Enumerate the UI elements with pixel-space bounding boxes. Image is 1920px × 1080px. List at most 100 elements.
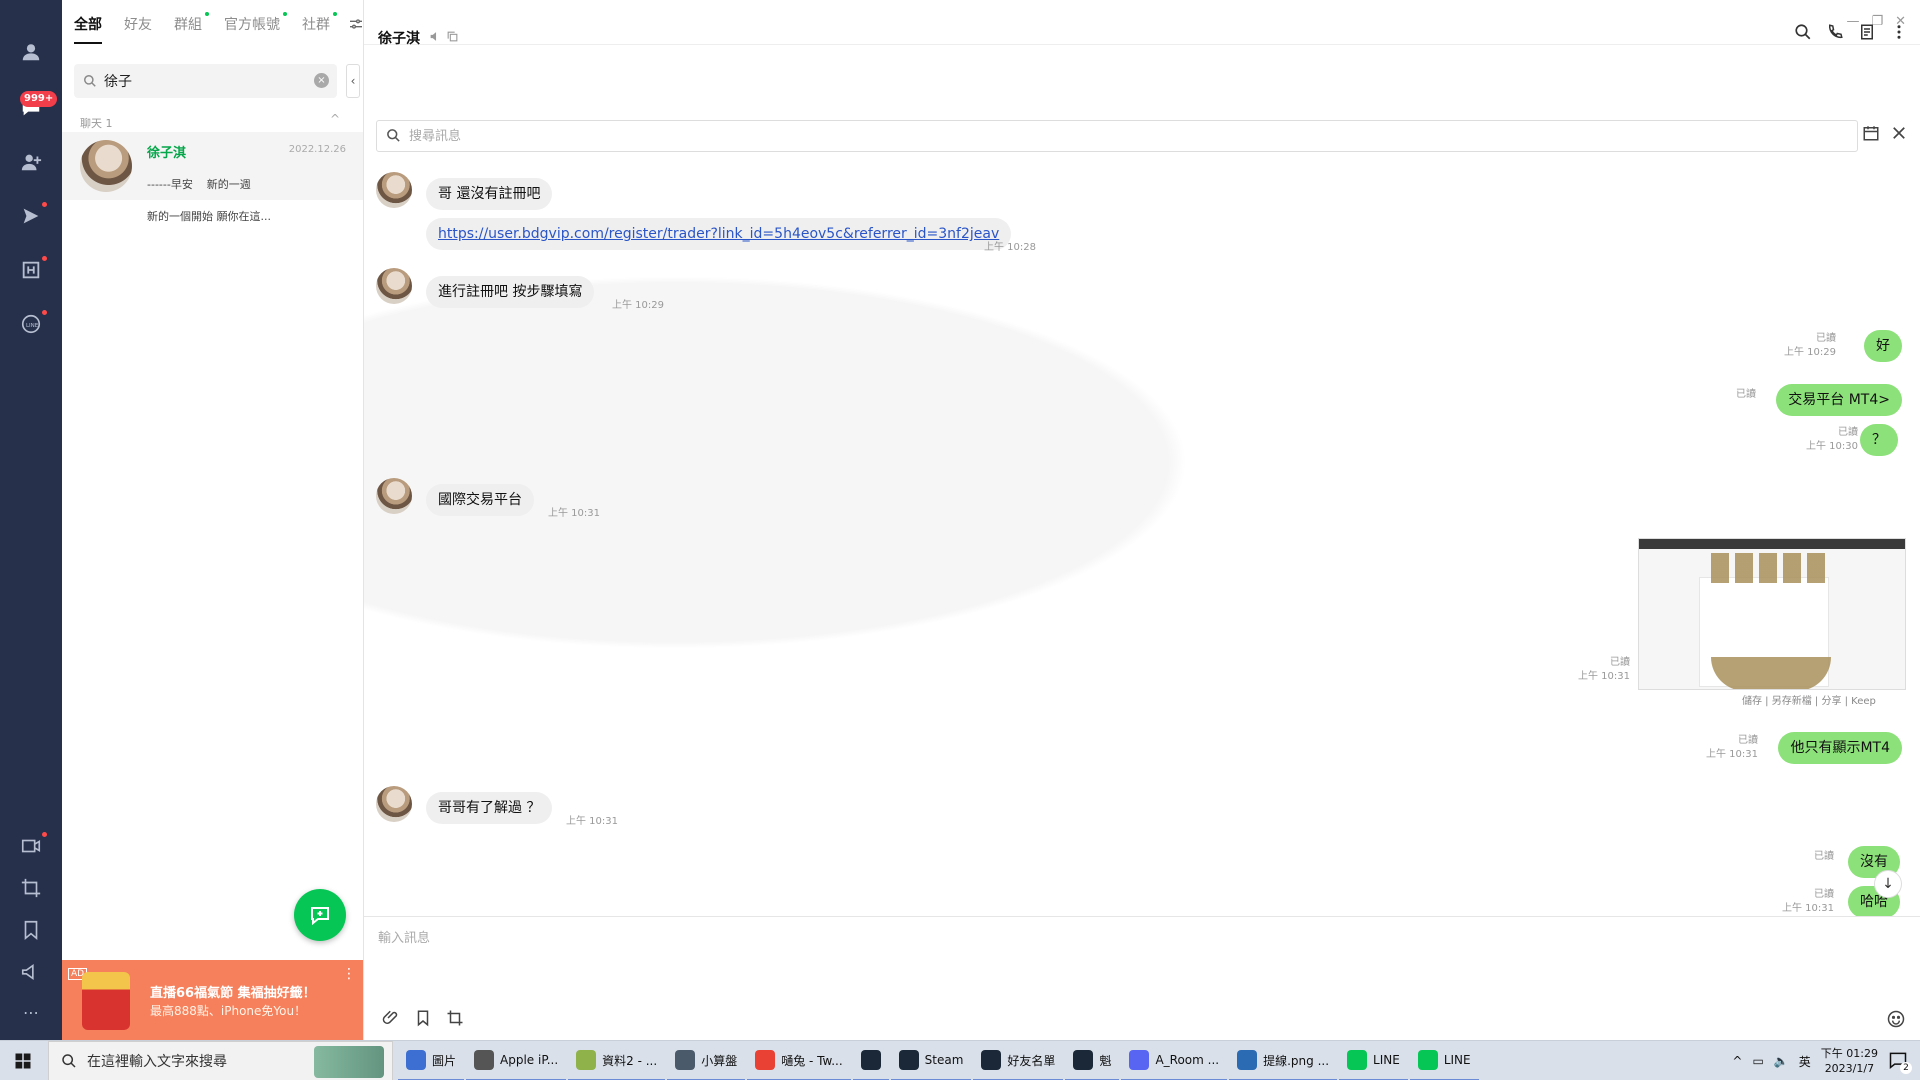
volume-icon[interactable]: 🔈 (1774, 1054, 1789, 1068)
screenshot-icon[interactable] (19, 876, 43, 900)
network-icon[interactable]: ▭ (1752, 1054, 1763, 1068)
search-icon[interactable] (1794, 23, 1812, 45)
message-meta: 已讀 上午 10:31 (1578, 656, 1630, 684)
image-message[interactable] (1638, 538, 1906, 690)
notes-icon[interactable] (1858, 23, 1876, 45)
taskbar-app[interactable]: LINE (1339, 1041, 1408, 1080)
app-icon (406, 1050, 426, 1070)
voom-dot (42, 202, 47, 207)
notification-center-icon[interactable]: 2 (1888, 1050, 1912, 1074)
keep-bookmark-icon[interactable] (414, 1009, 432, 1031)
watermark-top (1711, 553, 1831, 583)
chat-search-box: × (74, 64, 337, 98)
screenshot-tool-icon[interactable] (446, 1009, 464, 1031)
message-bubble-own[interactable]: 交易平台 MT4> (1776, 384, 1902, 416)
clock-time: 下午 01:29 (1820, 1047, 1878, 1060)
scroll-to-bottom-button[interactable]: ↓ (1874, 870, 1902, 898)
message-bubble[interactable]: 哥 還沒有註冊吧 (426, 178, 553, 210)
chevron-up-icon[interactable]: ^ (1732, 1054, 1742, 1068)
image-actions[interactable]: 儲存 | 另存新檔 | 分享 | Keep (1742, 692, 1876, 707)
app-icon (898, 1050, 919, 1070)
windows-start-icon[interactable] (14, 1052, 32, 1074)
attach-file-icon[interactable] (382, 1009, 400, 1031)
taskbar-app[interactable]: 提線.png ... (1229, 1041, 1338, 1080)
keep-icon[interactable] (19, 918, 43, 942)
app-icon (1417, 1050, 1438, 1070)
avatar[interactable] (376, 478, 412, 514)
taskbar-app[interactable]: 小算盤 (667, 1041, 746, 1080)
taskbar-app[interactable] (852, 1041, 889, 1080)
taskbar-app[interactable]: A_Room ... (1121, 1041, 1228, 1080)
video-dot (42, 832, 47, 837)
message-link[interactable]: https://user.bdgvip.com/register/trader?… (438, 226, 999, 242)
filter-settings-icon[interactable] (348, 16, 363, 36)
profile-icon[interactable] (19, 40, 43, 64)
more-icon[interactable]: ⋯ (19, 1000, 43, 1024)
message-search-input[interactable] (409, 126, 1009, 146)
community-dot (333, 12, 337, 16)
taskbar-app[interactable]: Steam (890, 1041, 972, 1080)
video-call-icon[interactable] (19, 834, 43, 858)
taskbar-app[interactable]: 圖片 (398, 1041, 465, 1080)
tab-all[interactable]: 全部 (74, 14, 102, 44)
announcement-icon[interactable] (19, 960, 43, 984)
app-label: 資料2 - ... (602, 1053, 658, 1068)
taskbar-app[interactable]: 好友名單 (973, 1041, 1064, 1080)
message-bubble-own[interactable]: 好 (1864, 330, 1902, 362)
message-bubble[interactable]: 哥哥有了解過 ？ (426, 792, 553, 824)
new-chat-button[interactable] (294, 889, 346, 941)
emoji-icon[interactable] (1886, 1009, 1906, 1033)
taskbar-app[interactable]: 魁 (1065, 1041, 1120, 1080)
message-input[interactable] (378, 927, 1878, 977)
message-time: 上午 10:31 (566, 816, 618, 827)
taskbar-search-input[interactable] (87, 1052, 337, 1072)
copy-icon[interactable] (446, 31, 459, 47)
add-friend-icon[interactable] (19, 150, 43, 174)
clock[interactable]: 下午 01:29 2023/1/7 (1821, 1046, 1878, 1076)
app-icon (755, 1050, 776, 1070)
taskbar-app[interactable]: LINE (1409, 1041, 1479, 1080)
avatar[interactable] (376, 268, 412, 304)
ime-indicator[interactable]: 英 (1799, 1053, 1811, 1070)
tab-official[interactable]: 官方帳號 (224, 12, 287, 44)
ad-more-icon[interactable]: ⋮ (342, 966, 356, 982)
avatar[interactable] (376, 786, 412, 822)
tab-community[interactable]: 社群 (302, 12, 337, 44)
speaker-icon[interactable] (429, 31, 446, 47)
new-chat-icon (311, 907, 329, 926)
message-meta: 已讀 上午 10:31 (1782, 888, 1834, 916)
line-icon[interactable]: LINE (19, 312, 43, 336)
today-icon[interactable] (19, 258, 43, 282)
close-search-icon[interactable] (1890, 124, 1908, 146)
read-receipt: 已讀 (1814, 851, 1834, 862)
chat-title-text: 徐子淇 (378, 31, 420, 47)
phone-icon[interactable] (1826, 23, 1844, 45)
voom-icon[interactable] (19, 204, 43, 228)
chevron-up-icon[interactable]: ^ (330, 112, 340, 126)
message-bubble-own[interactable]: 他只有顯示MT4 (1778, 732, 1902, 764)
taskbar-app[interactable]: 嗵兔 - Tw... (747, 1041, 851, 1080)
message-list[interactable]: 哥 還沒有註冊吧 https://user.bdgvip.com/registe… (364, 160, 1920, 916)
calendar-icon[interactable] (1862, 124, 1880, 146)
taskbar-app[interactable]: Apple iP... (466, 1041, 567, 1080)
clear-search-icon[interactable]: × (314, 73, 329, 88)
message-time: 上午 10:29 (1784, 347, 1836, 358)
tab-friends[interactable]: 好友 (124, 14, 152, 44)
message-bubble-link[interactable]: https://user.bdgvip.com/register/trader?… (426, 218, 1012, 250)
app-icon (675, 1050, 696, 1070)
message-meta: 已讀 (1814, 850, 1834, 864)
tab-friends-label: 好友 (124, 17, 152, 33)
chat-list-item[interactable]: 徐子淇 2022.12.26 ------早安 新的一週 新的一個開始 願你在這… (62, 132, 363, 223)
message-bubble[interactable]: 進行註冊吧 按步驟填寫 (426, 276, 595, 308)
more-options-icon[interactable] (1890, 23, 1908, 45)
collapse-panel-button[interactable]: ‹ (346, 64, 360, 98)
ad-banner[interactable]: AD 直播66福氣節 集福抽好籤！ 最高888點、iPhone免You！ ⋮ (62, 960, 363, 1040)
message-time: 上午 10:31 (548, 508, 600, 519)
read-receipt: 已讀 (1738, 735, 1758, 746)
taskbar-app[interactable]: 資料2 - ... (568, 1041, 666, 1080)
chat-search-input[interactable] (104, 71, 304, 91)
avatar[interactable] (376, 172, 412, 208)
tab-groups[interactable]: 群組 (174, 12, 209, 44)
message-bubble-own[interactable]: ？ (1860, 424, 1898, 456)
message-bubble[interactable]: 國際交易平台 (426, 484, 534, 516)
